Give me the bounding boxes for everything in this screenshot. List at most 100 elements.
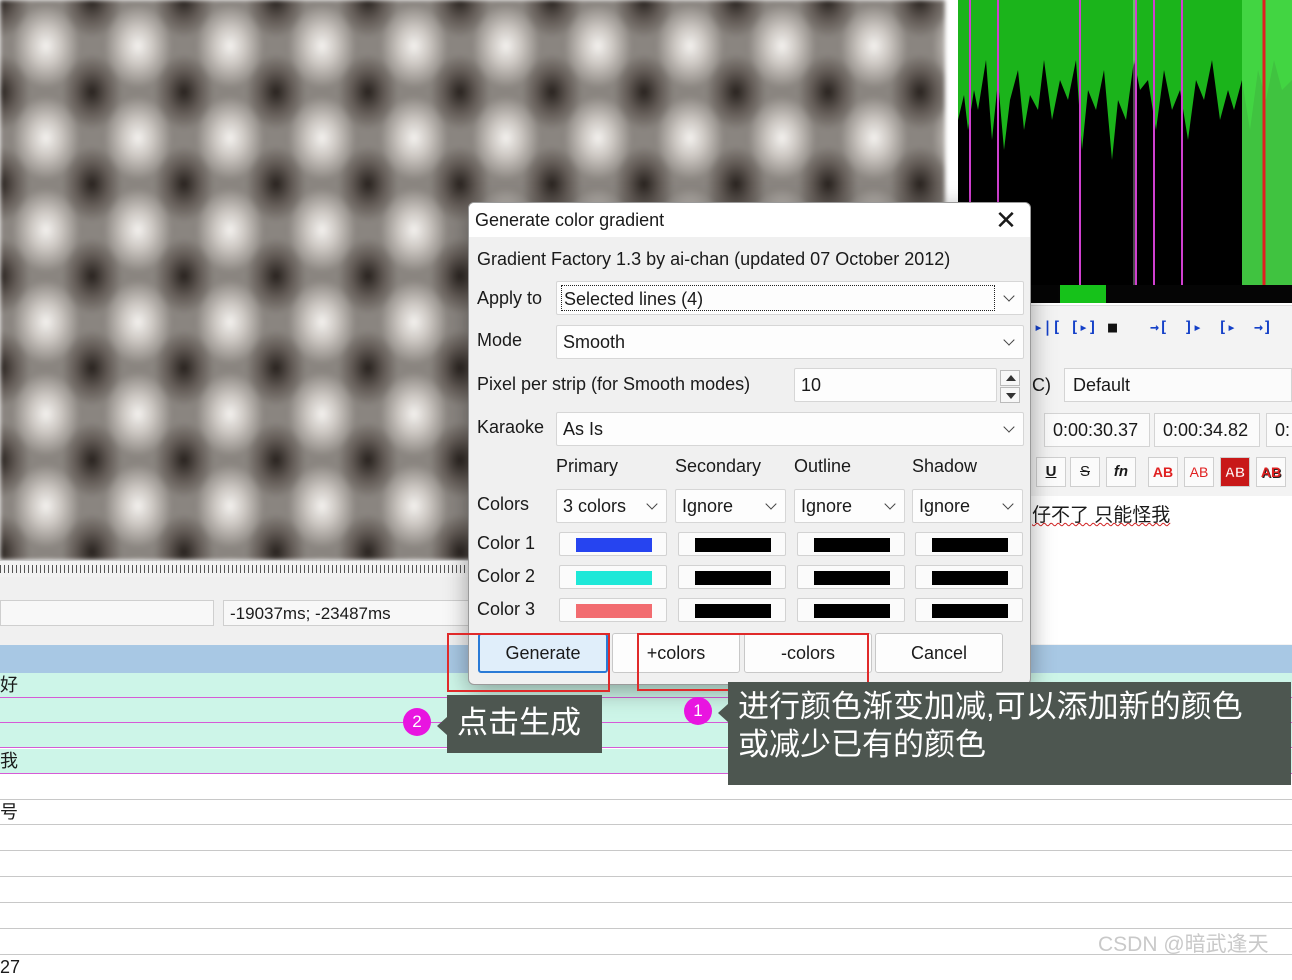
close-button[interactable]: ✕ [986, 205, 1026, 235]
column-primary: Primary [556, 456, 618, 476]
end-time-field[interactable]: 0:00:34.82 [1154, 413, 1260, 447]
grid-row[interactable] [0, 904, 1292, 929]
stop-icon[interactable]: ■ [1108, 318, 1117, 336]
secondary-color-button[interactable]: AB [1184, 457, 1214, 487]
color-3-shadow-button[interactable] [915, 598, 1023, 622]
chevron-down-icon [765, 490, 779, 522]
play-start-icon[interactable]: ]▸ [1184, 318, 1202, 336]
pixel-per-strip-input[interactable]: 10 [794, 368, 997, 402]
spin-down-icon[interactable] [1000, 387, 1020, 403]
outline-colors-value: Ignore [801, 496, 853, 516]
step-badge-1: 1 [684, 697, 712, 725]
color-1-label: Color 1 [477, 533, 536, 553]
secondary-colors-select[interactable]: Ignore [675, 489, 786, 523]
video-time-field[interactable]: -19037ms; -23487ms [223, 600, 470, 626]
color-3-primary-button[interactable] [559, 598, 667, 622]
font-button[interactable]: fn [1106, 457, 1136, 487]
chevron-down-icon [884, 490, 898, 522]
pixel-per-strip-label: Pixel per strip (for Smooth modes) [477, 374, 751, 394]
video-seek-ruler[interactable] [0, 560, 470, 577]
karaoke-select[interactable]: As Is [556, 412, 1024, 446]
color-swatch [576, 538, 652, 552]
color-3-outline-button[interactable] [797, 598, 905, 622]
gradient-dialog: Generate color gradient ✕ Gradient Facto… [468, 202, 1031, 685]
apply-to-select[interactable]: Selected lines (4) [556, 281, 1024, 315]
outline-color-button[interactable]: AB [1220, 457, 1250, 487]
callout-click-generate: 点击生成 [437, 695, 602, 753]
mode-label: Mode [477, 330, 523, 350]
color-swatch [814, 571, 890, 585]
strikeout-button[interactable]: S [1070, 457, 1100, 487]
cancel-button[interactable]: Cancel [875, 633, 1003, 673]
audio-scrollbar[interactable] [1030, 285, 1292, 303]
color-2-secondary-button[interactable] [678, 565, 786, 589]
style-prefix: C) [1032, 375, 1051, 395]
callout-2-text: 点击生成 [457, 705, 581, 740]
primary-colors-value: 3 colors [563, 496, 627, 516]
video-status-bar: -19037ms; -23487ms [0, 577, 470, 645]
chevron-down-icon [1003, 326, 1017, 358]
color-swatch [695, 538, 771, 552]
video-frame-field[interactable] [0, 600, 214, 626]
dialog-titlebar[interactable]: Generate color gradient ✕ [469, 203, 1030, 237]
color-3-label: Color 3 [477, 599, 536, 619]
audio-toolbar: ▸|[ [▸] ■ →[ ]▸ [▸ →] [1030, 305, 1292, 352]
duration-field[interactable]: 0: [1266, 413, 1292, 447]
spin-up-icon[interactable] [1000, 370, 1020, 386]
style-select[interactable]: Default [1064, 368, 1292, 402]
shadow-colors-select[interactable]: Ignore [912, 489, 1023, 523]
callout-1-line-2: 或减少已有的颜色 [738, 727, 986, 762]
color-2-primary-button[interactable] [559, 565, 667, 589]
play-selection-icon[interactable]: [▸] [1070, 318, 1097, 336]
color-2-shadow-button[interactable] [915, 565, 1023, 589]
play-after-icon[interactable]: →] [1254, 318, 1272, 336]
grid-row[interactable] [0, 826, 1292, 851]
color-swatch [695, 604, 771, 618]
outline-colors-select[interactable]: Ignore [794, 489, 905, 523]
pixel-per-strip-value: 10 [801, 375, 822, 395]
step-badge-2: 2 [403, 708, 431, 736]
grid-row[interactable] [0, 852, 1292, 877]
callout-1-line-1: 进行颜色渐变加减,可以添加新的颜色 [738, 689, 1243, 724]
grid-row[interactable] [0, 878, 1292, 903]
karaoke-value: As Is [563, 419, 604, 439]
color-swatch [932, 571, 1008, 585]
color-swatch [814, 538, 890, 552]
play-before-icon[interactable]: →[ [1150, 318, 1168, 336]
grid-row[interactable]: 27 [0, 955, 1292, 980]
chevron-down-icon [646, 490, 660, 522]
dialog-title: Generate color gradient [475, 210, 665, 230]
chevron-down-icon [1003, 413, 1017, 445]
chevron-down-icon [1002, 490, 1016, 522]
dialog-header-text: Gradient Factory 1.3 by ai-chan (updated… [477, 249, 951, 269]
color-2-label: Color 2 [477, 566, 536, 586]
shadow-color-button[interactable]: AB [1256, 457, 1286, 487]
color-1-primary-button[interactable] [559, 532, 667, 556]
column-secondary: Secondary [675, 456, 762, 476]
play-next-icon[interactable]: ▸|[ [1034, 318, 1061, 336]
style-select-value: Default [1073, 375, 1131, 395]
play-end-icon[interactable]: [▸ [1218, 318, 1236, 336]
grid-row[interactable]: 号 [0, 800, 1292, 825]
watermark: CSDN @暗武逢天 [1098, 933, 1269, 956]
subtitle-text-editor[interactable]: 仔不了 只能怪我 [1030, 496, 1292, 644]
mode-value: Smooth [563, 332, 626, 352]
secondary-colors-value: Ignore [682, 496, 734, 516]
color-1-shadow-button[interactable] [915, 532, 1023, 556]
subtitle-edit-panel: C) Default 0:00:30.37 0:00:34.82 0: U S … [1030, 351, 1292, 645]
primary-color-button[interactable]: AB [1148, 457, 1178, 487]
color-1-secondary-button[interactable] [678, 532, 786, 556]
color-swatch [932, 538, 1008, 552]
color-swatch [932, 604, 1008, 618]
color-1-outline-button[interactable] [797, 532, 905, 556]
close-icon: ✕ [995, 205, 1017, 235]
column-outline: Outline [794, 456, 852, 476]
mode-select[interactable]: Smooth [556, 325, 1024, 359]
start-time-field[interactable]: 0:00:30.37 [1044, 413, 1150, 447]
underline-button[interactable]: U [1036, 457, 1066, 487]
apply-to-value: Selected lines (4) [564, 289, 704, 309]
color-swatch [695, 571, 771, 585]
color-3-secondary-button[interactable] [678, 598, 786, 622]
primary-colors-select[interactable]: 3 colors [556, 489, 667, 523]
color-2-outline-button[interactable] [797, 565, 905, 589]
